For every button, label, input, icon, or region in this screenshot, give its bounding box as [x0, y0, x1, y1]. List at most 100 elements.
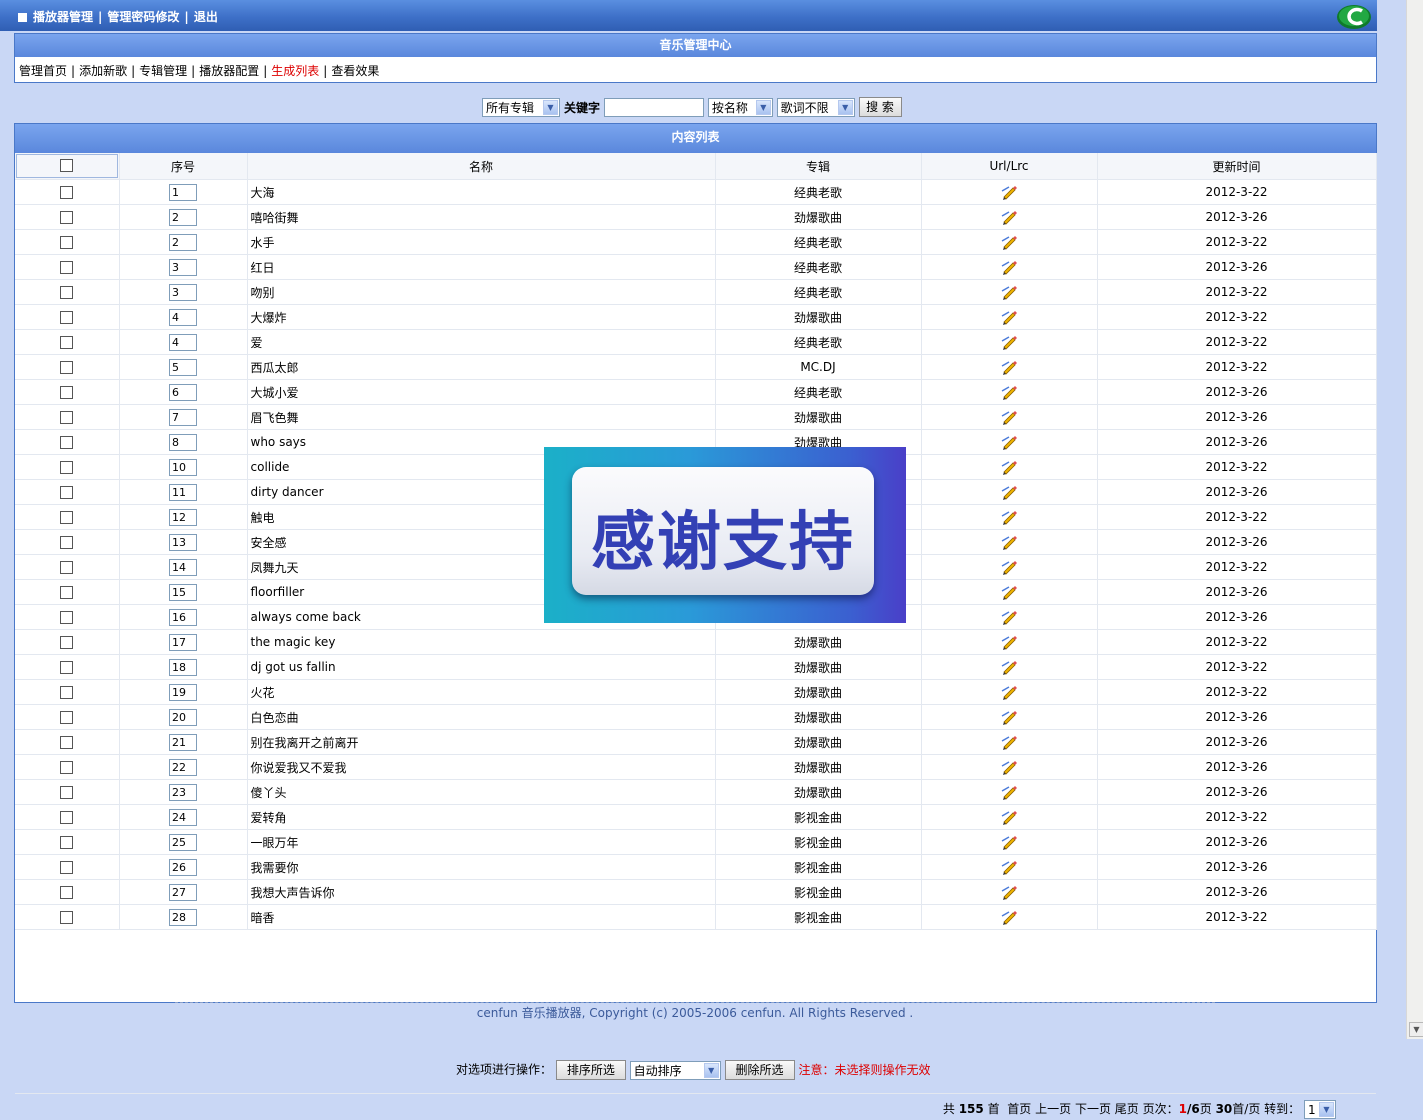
nav-player-admin[interactable]: 播放器管理 [33, 10, 93, 24]
edit-pencil-icon[interactable] [1001, 384, 1017, 400]
delete-selected-button[interactable]: 删除所选 [724, 1060, 795, 1080]
row-checkbox[interactable] [60, 786, 74, 799]
row-checkbox[interactable] [60, 886, 74, 899]
seq-input[interactable]: 3 [169, 283, 197, 301]
seq-input[interactable]: 7 [169, 408, 197, 426]
row-checkbox[interactable] [60, 386, 74, 399]
edit-pencil-icon[interactable] [1001, 434, 1017, 450]
row-checkbox[interactable] [60, 311, 74, 324]
row-checkbox[interactable] [60, 461, 74, 474]
keyword-input[interactable] [604, 97, 705, 117]
row-checkbox[interactable] [60, 236, 74, 249]
sort-selected-button[interactable]: 排序所选 [555, 1060, 626, 1080]
edit-pencil-icon[interactable] [1001, 859, 1017, 875]
row-checkbox[interactable] [60, 561, 74, 574]
row-checkbox[interactable] [60, 536, 74, 549]
menu-view-effect[interactable]: 查看效果 [331, 64, 379, 78]
edit-pencil-icon[interactable] [1001, 209, 1017, 225]
seq-input[interactable]: 4 [169, 308, 197, 326]
edit-pencil-icon[interactable] [1001, 309, 1017, 325]
edit-pencil-icon[interactable] [1001, 509, 1017, 525]
edit-pencil-icon[interactable] [1001, 609, 1017, 625]
seq-input[interactable]: 13 [169, 533, 197, 551]
edit-pencil-icon[interactable] [1001, 459, 1017, 475]
edit-pencil-icon[interactable] [1001, 884, 1017, 900]
seq-input[interactable]: 8 [169, 433, 197, 451]
row-checkbox[interactable] [60, 761, 74, 774]
row-checkbox[interactable] [60, 861, 74, 874]
seq-input[interactable]: 21 [169, 733, 197, 751]
seq-input[interactable]: 24 [169, 808, 197, 826]
seq-input[interactable]: 28 [169, 908, 197, 926]
edit-pencil-icon[interactable] [1001, 484, 1017, 500]
row-checkbox[interactable] [60, 436, 74, 449]
menu-player-config[interactable]: 播放器配置 [199, 64, 259, 78]
menu-add-song[interactable]: 添加新歌 [79, 64, 127, 78]
last-page-link[interactable]: 尾页 [1115, 1102, 1139, 1116]
seq-input[interactable]: 12 [169, 508, 197, 526]
edit-pencil-icon[interactable] [1001, 734, 1017, 750]
edit-pencil-icon[interactable] [1001, 834, 1017, 850]
row-checkbox[interactable] [60, 836, 74, 849]
seq-input[interactable]: 20 [169, 708, 197, 726]
seq-input[interactable]: 18 [169, 658, 197, 676]
seq-input[interactable]: 10 [169, 458, 197, 476]
lyrics-filter-select[interactable]: 歌词不限 ▼ [776, 97, 855, 117]
seq-input[interactable]: 16 [169, 608, 197, 626]
seq-input[interactable]: 3 [169, 258, 197, 276]
row-checkbox[interactable] [60, 286, 74, 299]
edit-pencil-icon[interactable] [1001, 234, 1017, 250]
row-checkbox[interactable] [60, 611, 74, 624]
row-checkbox[interactable] [60, 211, 74, 224]
row-checkbox[interactable] [60, 711, 74, 724]
edit-pencil-icon[interactable] [1001, 259, 1017, 275]
row-checkbox[interactable] [60, 361, 74, 374]
menu-home[interactable]: 管理首页 [19, 64, 67, 78]
edit-pencil-icon[interactable] [1001, 184, 1017, 200]
seq-input[interactable]: 27 [169, 883, 197, 901]
search-button[interactable]: 搜 索 [858, 97, 902, 117]
search-field-select[interactable]: 按名称 ▼ [707, 97, 773, 117]
edit-pencil-icon[interactable] [1001, 534, 1017, 550]
edit-pencil-icon[interactable] [1001, 634, 1017, 650]
seq-input[interactable]: 4 [169, 333, 197, 351]
seq-input[interactable]: 6 [169, 383, 197, 401]
row-checkbox[interactable] [60, 811, 74, 824]
seq-input[interactable]: 2 [169, 233, 197, 251]
seq-input[interactable]: 22 [169, 758, 197, 776]
seq-input[interactable]: 17 [169, 633, 197, 651]
first-page-link[interactable]: 首页 [1007, 1102, 1031, 1116]
row-checkbox[interactable] [60, 686, 74, 699]
seq-input[interactable]: 25 [169, 833, 197, 851]
seq-input[interactable]: 15 [169, 583, 197, 601]
edit-pencil-icon[interactable] [1001, 909, 1017, 925]
row-checkbox[interactable] [60, 486, 74, 499]
nav-logout[interactable]: 退出 [194, 10, 218, 24]
edit-pencil-icon[interactable] [1001, 584, 1017, 600]
row-checkbox[interactable] [60, 911, 74, 924]
seq-input[interactable]: 14 [169, 558, 197, 576]
seq-input[interactable]: 1 [169, 183, 197, 201]
row-checkbox[interactable] [60, 661, 74, 674]
edit-pencil-icon[interactable] [1001, 559, 1017, 575]
scroll-down-arrow-icon[interactable]: ▼ [1409, 1022, 1423, 1037]
edit-pencil-icon[interactable] [1001, 659, 1017, 675]
row-checkbox[interactable] [60, 636, 74, 649]
edit-pencil-icon[interactable] [1001, 809, 1017, 825]
edit-pencil-icon[interactable] [1001, 284, 1017, 300]
menu-album-admin[interactable]: 专辑管理 [139, 64, 187, 78]
menu-generate-list[interactable]: 生成列表 [271, 64, 319, 78]
row-checkbox[interactable] [60, 586, 74, 599]
seq-input[interactable]: 2 [169, 208, 197, 226]
row-checkbox[interactable] [60, 261, 74, 274]
row-checkbox[interactable] [60, 336, 74, 349]
seq-input[interactable]: 5 [169, 358, 197, 376]
edit-pencil-icon[interactable] [1001, 784, 1017, 800]
vertical-scrollbar[interactable]: ▼ [1406, 0, 1423, 1039]
seq-input[interactable]: 23 [169, 783, 197, 801]
row-checkbox[interactable] [60, 736, 74, 749]
row-checkbox[interactable] [60, 511, 74, 524]
edit-pencil-icon[interactable] [1001, 684, 1017, 700]
row-checkbox[interactable] [60, 411, 74, 424]
seq-input[interactable]: 26 [169, 858, 197, 876]
